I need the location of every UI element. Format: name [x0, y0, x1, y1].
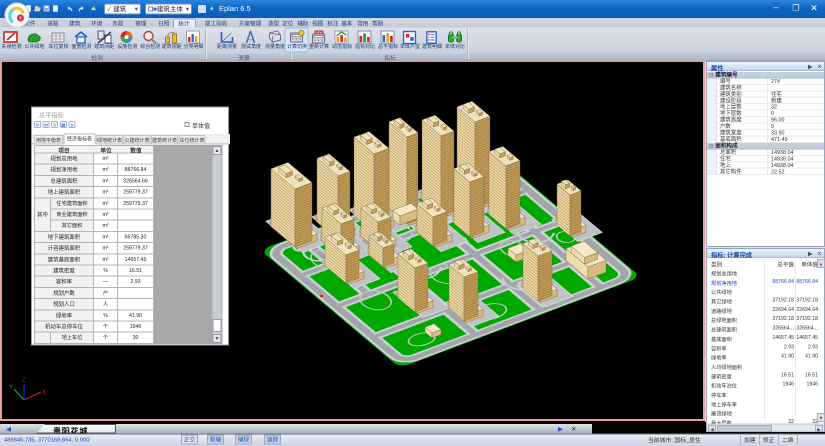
svg-text:Y: Y	[9, 385, 13, 391]
svg-text:X: X	[42, 390, 46, 396]
svg-text:Z: Z	[22, 378, 26, 384]
svg-text:NEW: NEW	[316, 30, 323, 34]
